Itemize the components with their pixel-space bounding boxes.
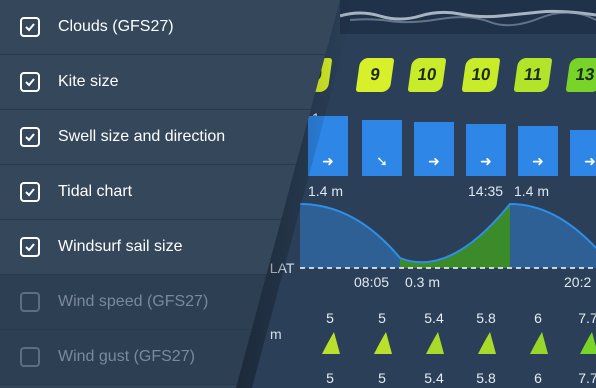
setting-label: Clouds (GFS27) xyxy=(58,18,174,35)
swell-direction-icon: ➜ xyxy=(480,154,492,170)
sail-icon xyxy=(530,332,548,354)
setting-label: Windsurf sail size xyxy=(58,238,183,255)
tide-curve xyxy=(299,202,596,269)
tide-high-left: 1.4 m xyxy=(308,183,344,199)
setting-row-clouds[interactable]: Clouds (GFS27) xyxy=(0,0,340,55)
cloud-texture xyxy=(339,9,596,27)
swell-direction-icon: ➜ xyxy=(584,154,596,170)
sail-size-value: 6 xyxy=(534,370,542,386)
tide-next-time: 20:2 xyxy=(564,274,592,290)
sail-size-value: 7.7 xyxy=(578,370,596,386)
sail-size-value: 5 xyxy=(378,370,386,386)
kite-size-badge: 13 xyxy=(565,58,596,92)
kite-size-badge: 9 xyxy=(355,58,395,92)
kite-size-badge: 11 xyxy=(513,58,553,92)
sail-icon xyxy=(426,332,444,354)
setting-label: Wind speed (GFS27) xyxy=(58,293,209,310)
sail-size-value: 5 xyxy=(378,310,386,326)
tide-low-time: 08:05 xyxy=(354,274,390,290)
sail-icon xyxy=(322,332,340,354)
checkbox-checked-icon[interactable] xyxy=(20,182,40,202)
clouds-row xyxy=(339,0,596,34)
swell-direction-icon: ➜ xyxy=(532,154,544,170)
checkbox-checked-icon[interactable] xyxy=(20,17,40,37)
sail-icon xyxy=(478,332,496,354)
kite-size-badge: 10 xyxy=(461,58,501,92)
swell-row: ➜ ➘ ➜ ➜ ➜ ➜ xyxy=(300,112,596,180)
tide-low-value: 0.3 m xyxy=(405,274,441,290)
tide-high-time: 14:35 xyxy=(468,183,504,199)
windsurf-sail-row: 5 5 5.4 5.8 6 7.7 5 5 5.4 5.8 6 7.7 xyxy=(300,300,596,388)
checkbox-unchecked-icon[interactable] xyxy=(20,292,40,312)
setting-label: Wind gust (GFS27) xyxy=(58,348,195,365)
checkbox-checked-icon[interactable] xyxy=(20,72,40,92)
tide-high-value: 1.4 m xyxy=(514,183,550,199)
kite-size-row: 9 9 10 10 11 13 xyxy=(300,42,596,112)
sail-size-value: 5.4 xyxy=(424,370,444,386)
setting-label: Swell size and direction xyxy=(58,128,226,145)
setting-label: Kite size xyxy=(58,73,119,90)
swell-direction-icon: ➘ xyxy=(376,154,388,170)
setting-label: Tidal chart xyxy=(58,183,133,200)
checkbox-checked-icon[interactable] xyxy=(20,127,40,147)
sail-icon xyxy=(580,332,596,354)
sail-size-value: 6 xyxy=(534,310,542,326)
kite-size-badge: 10 xyxy=(407,58,447,92)
sail-size-value: 5.8 xyxy=(476,370,496,386)
checkbox-unchecked-icon[interactable] xyxy=(20,347,40,367)
sail-size-value: 5 xyxy=(326,370,334,386)
sail-icon xyxy=(374,332,392,354)
sail-size-value: 5.4 xyxy=(424,310,444,326)
checkbox-checked-icon[interactable] xyxy=(20,237,40,257)
sail-size-value: 7.7 xyxy=(578,310,596,326)
setting-row-kite-size[interactable]: Kite size xyxy=(0,55,340,110)
swell-direction-icon: ➜ xyxy=(428,154,440,170)
sail-unit-label: m xyxy=(270,326,282,342)
sail-size-value: 5 xyxy=(326,310,334,326)
swell-direction-icon: ➜ xyxy=(322,154,334,170)
tidal-chart xyxy=(299,178,596,290)
sail-size-value: 5.8 xyxy=(476,310,496,326)
